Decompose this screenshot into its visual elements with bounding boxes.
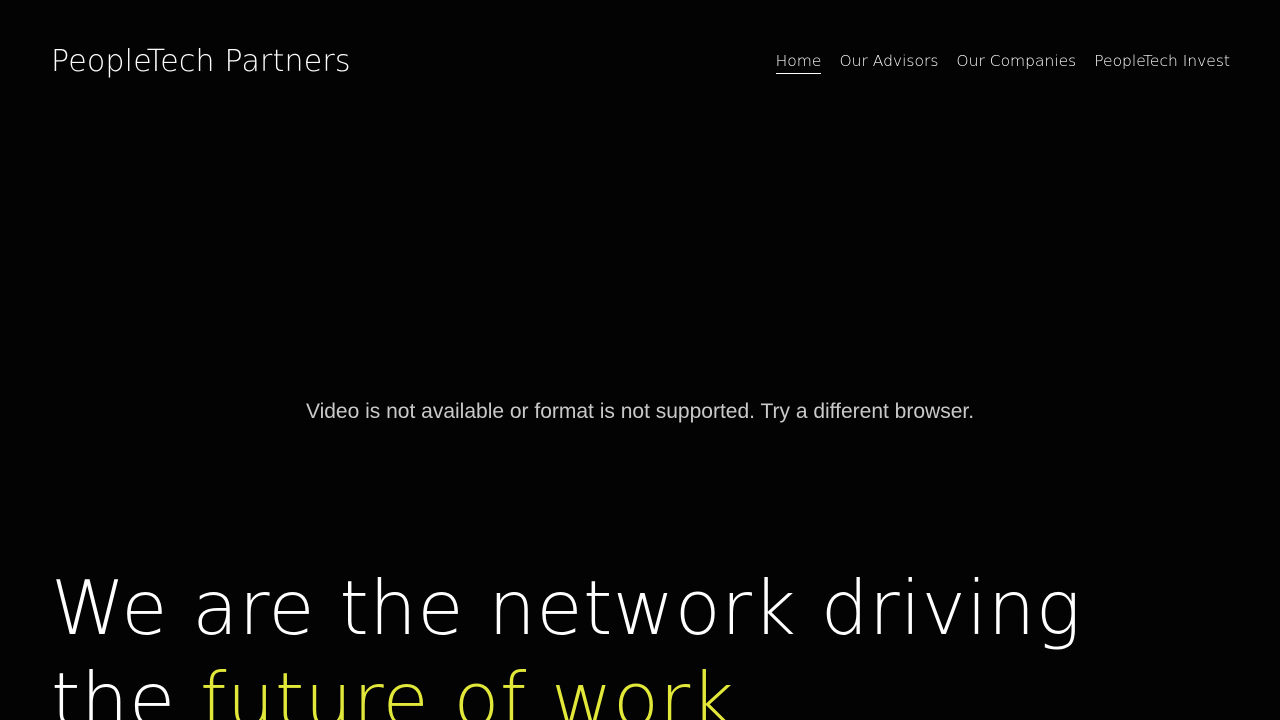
video-player[interactable]: Video is not available or format is not … bbox=[0, 124, 1280, 520]
nav-link-peopletech-invest[interactable]: PeopleTech Invest bbox=[1094, 50, 1230, 74]
hero-line-2-accent: future of work bbox=[199, 656, 735, 720]
hero-heading: We are the network driving the future of… bbox=[51, 562, 1231, 720]
site-title-link[interactable]: PeopleTech Partners bbox=[51, 42, 351, 82]
hero-line-2-prefix: the bbox=[51, 656, 200, 720]
nav-link-home[interactable]: Home bbox=[775, 50, 822, 74]
main-nav: Home Our Advisors Our Companies PeopleTe… bbox=[775, 50, 1230, 74]
hero-line-1: We are the network driving bbox=[51, 564, 1082, 652]
video-unavailable-message: Video is not available or format is not … bbox=[305, 400, 975, 423]
page: PeopleTech Partners Home Our Advisors Ou… bbox=[0, 0, 1280, 720]
site-header: PeopleTech Partners Home Our Advisors Ou… bbox=[0, 0, 1280, 124]
nav-link-our-advisors[interactable]: Our Advisors bbox=[839, 50, 938, 74]
nav-link-our-companies[interactable]: Our Companies bbox=[956, 50, 1076, 74]
